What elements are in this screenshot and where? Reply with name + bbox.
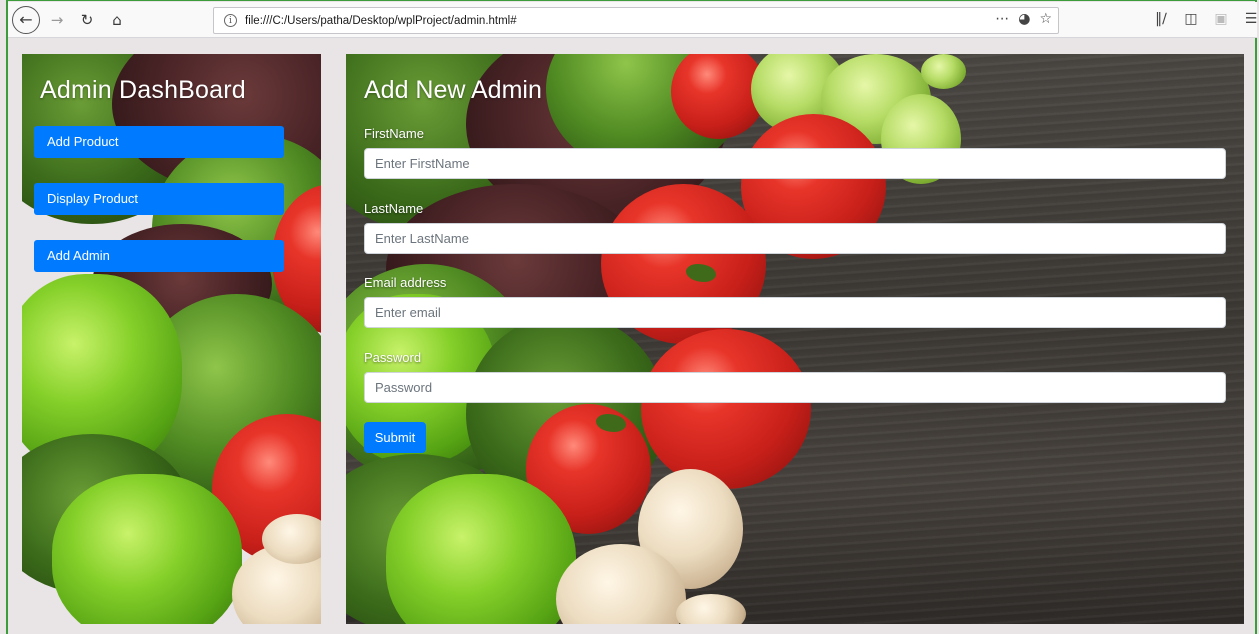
add-product-button[interactable]: Add Product — [34, 126, 284, 158]
add-admin-button[interactable]: Add Admin — [34, 240, 284, 272]
browser-toolbar: ← → ↻ ⌂ i file:///C:/Users/patha/Desktop… — [8, 2, 1257, 38]
sidebar-icon[interactable]: ◫ — [1183, 11, 1199, 27]
email-input[interactable] — [364, 297, 1226, 328]
add-admin-form: Add New Admin FirstName LastName Email a… — [346, 54, 1244, 624]
lastname-input[interactable] — [364, 223, 1226, 254]
reload-icon[interactable]: ↻ — [74, 7, 100, 33]
form-title: Add New Admin — [364, 76, 542, 104]
display-product-button[interactable]: Display Product — [34, 183, 284, 215]
dashboard-title: Admin DashBoard — [40, 76, 246, 104]
url-actions: ⋯ ◕ ☆ — [995, 11, 1052, 27]
password-label: Password — [364, 350, 422, 365]
firstname-input[interactable] — [364, 148, 1226, 179]
star-icon[interactable]: ☆ — [1039, 11, 1052, 27]
url-text[interactable]: file:///C:/Users/patha/Desktop/wplProjec… — [245, 15, 517, 27]
admin-sidebar-panel: Admin DashBoard Add Product Display Prod… — [22, 54, 321, 624]
reader-icon[interactable]: ▣ — [1213, 11, 1229, 27]
add-admin-form-panel: Add New Admin FirstName LastName Email a… — [346, 54, 1244, 624]
home-icon[interactable]: ⌂ — [104, 7, 130, 33]
url-bar[interactable]: i file:///C:/Users/patha/Desktop/wplProj… — [213, 7, 1059, 34]
hamburger-menu-icon[interactable]: ☰ — [1243, 11, 1259, 27]
forward-arrow-icon[interactable]: → — [44, 7, 70, 33]
password-input[interactable] — [364, 372, 1226, 403]
email-label: Email address — [364, 275, 447, 290]
admin-sidebar-content: Admin DashBoard Add Product Display Prod… — [22, 54, 321, 624]
more-dots-icon[interactable]: ⋯ — [995, 11, 1009, 27]
submit-button[interactable]: Submit — [364, 422, 426, 453]
library-icon[interactable]: ‖∕ — [1153, 11, 1169, 27]
pocket-icon[interactable]: ◕ — [1018, 11, 1030, 27]
firstname-label: FirstName — [364, 126, 424, 141]
lastname-label: LastName — [364, 201, 424, 216]
info-icon[interactable]: i — [224, 14, 237, 27]
back-arrow-icon[interactable]: ← — [12, 5, 40, 34]
toolbar-right-tools: ‖∕ ◫ ▣ ☰ — [1153, 11, 1259, 27]
